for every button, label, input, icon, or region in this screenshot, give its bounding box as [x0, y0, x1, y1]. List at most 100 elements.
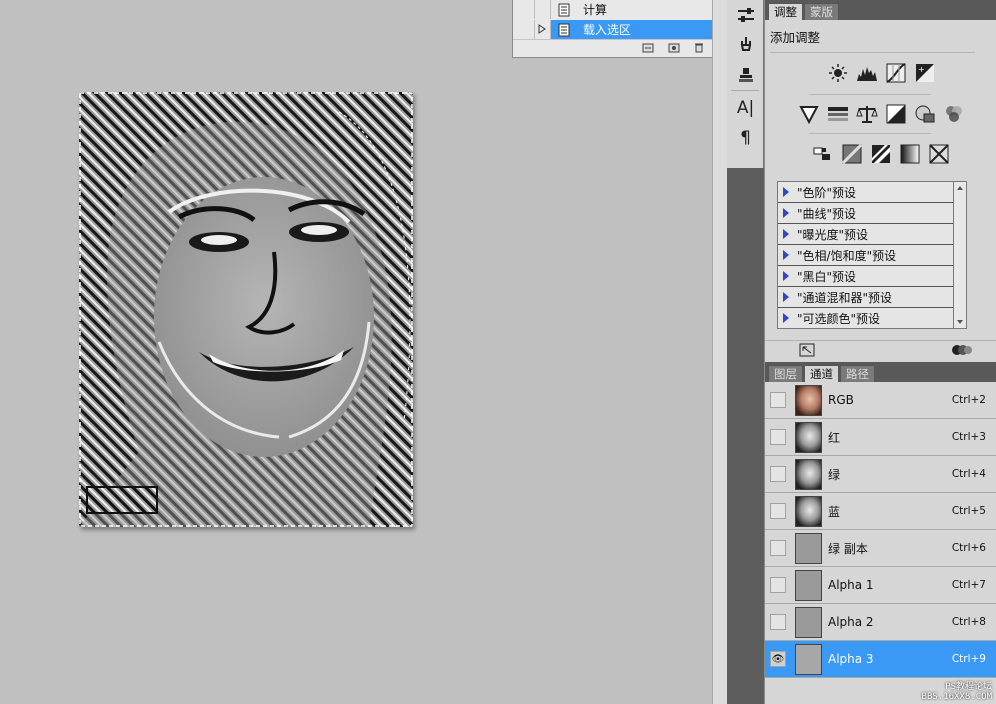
action-toggle-checkbox[interactable]: [513, 0, 535, 19]
black-white-icon[interactable]: [884, 103, 907, 125]
tab-paths[interactable]: 路径: [840, 365, 875, 382]
selective-color-icon[interactable]: [928, 143, 951, 165]
adjustment-icon-row-3: [765, 143, 996, 165]
clone-source-icon[interactable]: [727, 60, 764, 90]
tab-adjustments[interactable]: 调整: [768, 3, 803, 20]
watermark: PS教程论坛 BBS.16XX8.COM: [921, 682, 992, 702]
channel-row-red[interactable]: 红 Ctrl+3: [765, 419, 996, 456]
action-dialog-toggle[interactable]: [535, 0, 551, 19]
paragraph-icon[interactable]: ¶: [727, 123, 764, 153]
canvas-vertical-scrollbar[interactable]: [712, 0, 727, 704]
delete-trash-icon[interactable]: [694, 42, 704, 56]
adjustment-presets-list: "色阶"预设 "曲线"预设 "曝光度"预设 "色相/饱和度"预设 "黑白"预设 …: [777, 181, 967, 329]
presets-scrollbar[interactable]: [953, 181, 967, 329]
adjustments-footer: [765, 340, 996, 360]
color-balance-icon[interactable]: [855, 103, 878, 125]
channel-list: RGB Ctrl+2 红 Ctrl+3 绿 Ctrl+4 蓝 Ctrl+5 绿 …: [765, 382, 996, 678]
brush-presets-icon[interactable]: [727, 30, 764, 60]
visibility-toggle[interactable]: [770, 540, 786, 556]
expand-triangle-icon[interactable]: [535, 20, 549, 38]
channel-row-alpha-2[interactable]: Alpha 2 Ctrl+8: [765, 604, 996, 641]
levels-icon[interactable]: [855, 62, 878, 84]
preset-item-black-white[interactable]: "黑白"预设: [778, 266, 966, 287]
expand-triangle-icon[interactable]: [783, 313, 789, 323]
expand-triangle-icon[interactable]: [783, 208, 789, 218]
preset-item-levels[interactable]: "色阶"预设: [778, 182, 966, 203]
preset-item-hue-saturation[interactable]: "色相/饱和度"预设: [778, 245, 966, 266]
channel-mixer-icon[interactable]: [942, 103, 965, 125]
channel-name: 绿: [828, 467, 841, 482]
clip-to-layer-icon[interactable]: [951, 343, 973, 360]
channel-shortcut: Ctrl+6: [951, 542, 986, 554]
channel-name: Alpha 1: [828, 578, 874, 592]
gradient-map-icon[interactable]: [899, 143, 922, 165]
exposure-icon[interactable]: +: [913, 62, 936, 84]
expand-view-icon[interactable]: [799, 343, 815, 360]
visibility-toggle[interactable]: [770, 503, 786, 519]
adjustment-icon-row-1: +: [765, 62, 996, 84]
channel-shortcut: Ctrl+9: [951, 653, 986, 665]
action-step-icon: [557, 3, 571, 17]
canvas-workspace[interactable]: [0, 0, 712, 704]
sliders-icon[interactable]: [727, 0, 764, 30]
preset-item-curves[interactable]: "曲线"预设: [778, 203, 966, 224]
channel-name: 蓝: [828, 504, 841, 519]
brightness-icon[interactable]: [826, 62, 849, 84]
stop-recording-icon[interactable]: [642, 42, 654, 56]
channel-row-alpha-3[interactable]: 👁 Alpha 3 Ctrl+9: [765, 641, 996, 678]
channel-row-alpha-1[interactable]: Alpha 1 Ctrl+7: [765, 567, 996, 604]
action-row-load-selection[interactable]: 载入选区: [513, 20, 713, 39]
posterize-icon[interactable]: [841, 143, 864, 165]
preset-item-selective-color[interactable]: "可选颜色"预设: [778, 308, 966, 328]
channel-thumbnail: [795, 421, 822, 453]
threshold-icon[interactable]: [870, 143, 893, 165]
channel-thumbnail: [795, 606, 822, 638]
photo-filter-icon[interactable]: [913, 103, 936, 125]
expand-triangle-icon[interactable]: [783, 292, 789, 302]
document-image[interactable]: [79, 92, 413, 527]
action-label: 计算: [583, 3, 608, 17]
channel-shortcut: Ctrl+5: [951, 505, 986, 517]
expand-triangle-icon[interactable]: [783, 187, 789, 197]
visibility-toggle[interactable]: [770, 466, 786, 482]
action-label: 载入选区: [583, 23, 632, 37]
add-adjustment-title: 添加调整: [770, 30, 821, 45]
tab-masks[interactable]: 蒙版: [804, 3, 839, 20]
action-toggle-checkbox[interactable]: [513, 20, 535, 39]
visibility-toggle[interactable]: [770, 614, 786, 630]
visibility-toggle[interactable]: [770, 577, 786, 593]
action-row-calculate[interactable]: 计算: [513, 0, 713, 19]
actions-panel: 计算 载入选区: [512, 0, 727, 58]
channel-row-rgb[interactable]: RGB Ctrl+2: [765, 382, 996, 419]
channel-row-green[interactable]: 绿 Ctrl+4: [765, 456, 996, 493]
channel-thumbnail: [795, 495, 822, 527]
channel-name: Alpha 2: [828, 615, 874, 629]
character-icon[interactable]: A|: [727, 93, 764, 123]
visibility-toggle[interactable]: [770, 392, 786, 408]
curves-icon[interactable]: [884, 62, 907, 84]
tab-layers[interactable]: 图层: [768, 365, 803, 382]
channel-name: RGB: [828, 393, 854, 407]
expand-triangle-icon[interactable]: [783, 271, 789, 281]
channel-thumbnail: [795, 532, 822, 564]
tab-channels[interactable]: 通道: [804, 365, 839, 382]
invert-icon[interactable]: [812, 143, 835, 165]
adjustments-tabbar: 调整 蒙版: [765, 0, 996, 20]
channel-name: 绿 副本: [828, 541, 868, 556]
svg-text:+: +: [918, 65, 925, 74]
channel-name: Alpha 3: [828, 652, 874, 666]
channel-row-blue[interactable]: 蓝 Ctrl+5: [765, 493, 996, 530]
preset-item-channel-mixer[interactable]: "通道混和器"预设: [778, 287, 966, 308]
expand-triangle-icon[interactable]: [783, 229, 789, 239]
channel-shortcut: Ctrl+8: [951, 616, 986, 628]
vibrance-icon[interactable]: [797, 103, 820, 125]
expand-triangle-icon[interactable]: [783, 250, 789, 260]
eye-icon[interactable]: 👁: [772, 654, 785, 665]
action-dialog-toggle[interactable]: [535, 20, 551, 39]
visibility-toggle[interactable]: 👁: [770, 651, 786, 667]
channel-row-green-copy[interactable]: 绿 副本 Ctrl+6: [765, 530, 996, 567]
visibility-toggle[interactable]: [770, 429, 786, 445]
preset-item-exposure[interactable]: "曝光度"预设: [778, 224, 966, 245]
hue-saturation-icon[interactable]: [826, 103, 849, 125]
new-action-icon[interactable]: [668, 42, 680, 56]
